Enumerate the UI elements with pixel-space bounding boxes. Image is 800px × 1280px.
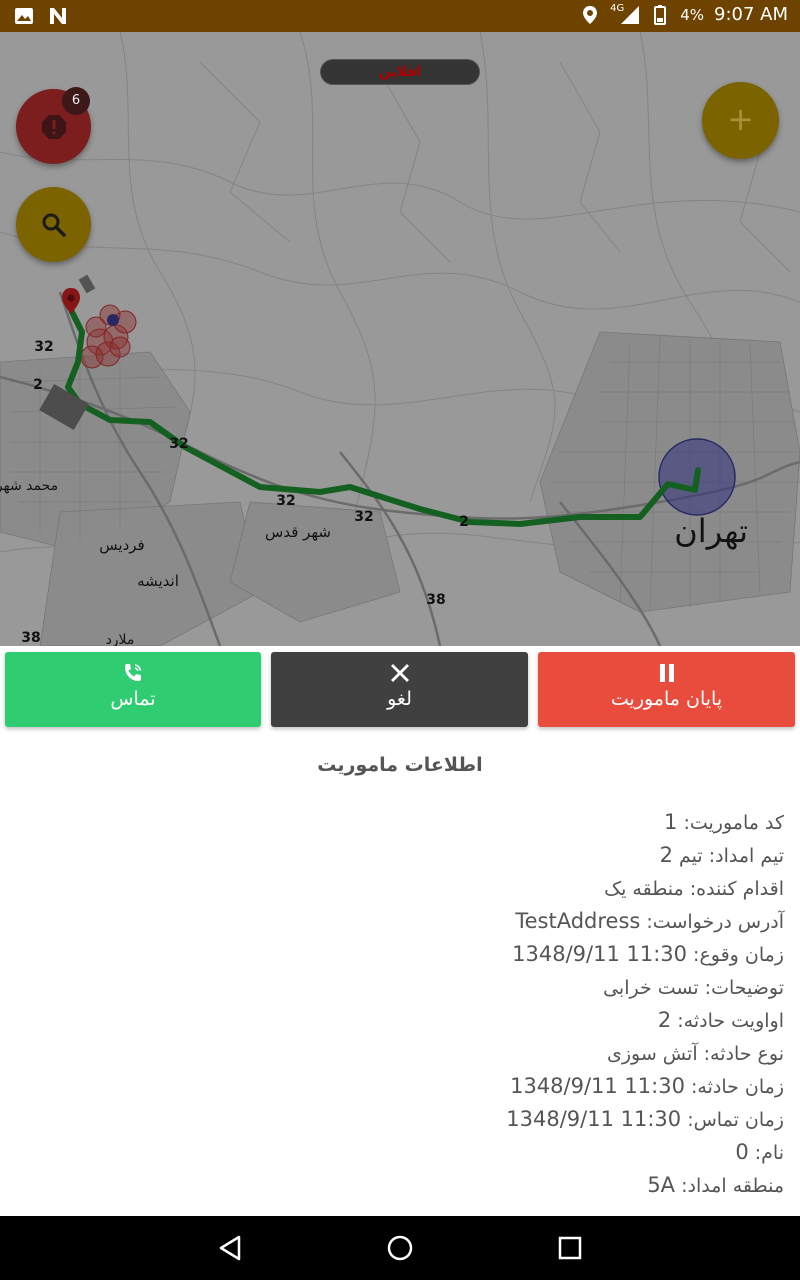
actor-row: اقدام کننده: منطقه یک xyxy=(604,878,784,900)
incident-time-row: زمان حادثه: 1348/9/11 11:30 xyxy=(510,1074,784,1098)
mission-details: کد ماموریت: 1 تیم امداد: تیم 2 اقدام کنن… xyxy=(184,806,784,1202)
mission-info-panel: اطلاعات ماموریت کد ماموریت: 1 تیم امداد:… xyxy=(0,736,800,1216)
map-view[interactable]: تهران شهر قدس فردیس اندیشه محمد شهر ملار… xyxy=(0,32,800,646)
call-time-row: زمان تماس: 1348/9/11 11:30 xyxy=(506,1107,784,1131)
clock: 9:07 AM xyxy=(714,4,788,25)
app-n-icon xyxy=(50,8,66,24)
description-row: توضیحات: تست خرابی xyxy=(603,977,784,999)
cancel-label: لغو xyxy=(387,688,412,710)
recents-icon[interactable] xyxy=(554,1232,586,1264)
mission-info-title: اطلاعات ماموریت xyxy=(317,754,483,776)
home-icon[interactable] xyxy=(384,1232,416,1264)
location-icon xyxy=(583,5,598,24)
occurrence-time-row: زمان وقوع: 1348/9/11 11:30 xyxy=(512,942,784,966)
alert-octagon-icon xyxy=(42,115,66,139)
name-row: نام: 0 xyxy=(735,1140,784,1164)
mission-code-row: کد ماموریت: 1 xyxy=(664,810,784,834)
back-icon[interactable] xyxy=(215,1232,247,1264)
call-button[interactable]: تماس xyxy=(5,652,261,727)
battery-percent: 4% xyxy=(680,5,704,24)
call-label: تماس xyxy=(110,688,156,710)
priority-row: اواویت حادثه: 2 xyxy=(657,1008,784,1032)
offline-status: افلاین xyxy=(320,59,480,85)
search-button[interactable] xyxy=(16,187,91,262)
cancel-button[interactable]: لغو xyxy=(271,652,528,727)
status-bar: 4G 4% 9:07 AM xyxy=(0,0,800,32)
battery-icon xyxy=(654,4,667,25)
incident-type-row: نوع حادثه: آتش سوزی xyxy=(606,1043,784,1065)
close-icon xyxy=(390,664,409,682)
end-mission-button[interactable]: پایان ماموریت xyxy=(538,652,795,727)
network-type: 4G xyxy=(610,3,625,14)
rescue-team-row: تیم امداد: تیم 2 xyxy=(659,843,784,867)
action-bar: تماس لغو پایان ماموریت xyxy=(0,646,800,736)
alerts-button[interactable]: 6 xyxy=(16,87,91,164)
map-overlay xyxy=(0,32,800,646)
image-icon xyxy=(15,8,33,24)
pause-icon xyxy=(659,664,674,682)
phone-icon xyxy=(125,664,142,681)
plus-icon: + xyxy=(727,100,754,138)
search-icon xyxy=(42,213,66,237)
request-address-row: آدرس درخواست: TestAddress xyxy=(515,909,784,933)
rescue-zone-row: منطقه امداد: 5A xyxy=(647,1173,784,1197)
alerts-badge: 6 xyxy=(62,87,90,115)
add-button[interactable]: + xyxy=(702,82,779,159)
system-nav-bar xyxy=(0,1216,800,1280)
end-mission-label: پایان ماموریت xyxy=(610,688,723,710)
